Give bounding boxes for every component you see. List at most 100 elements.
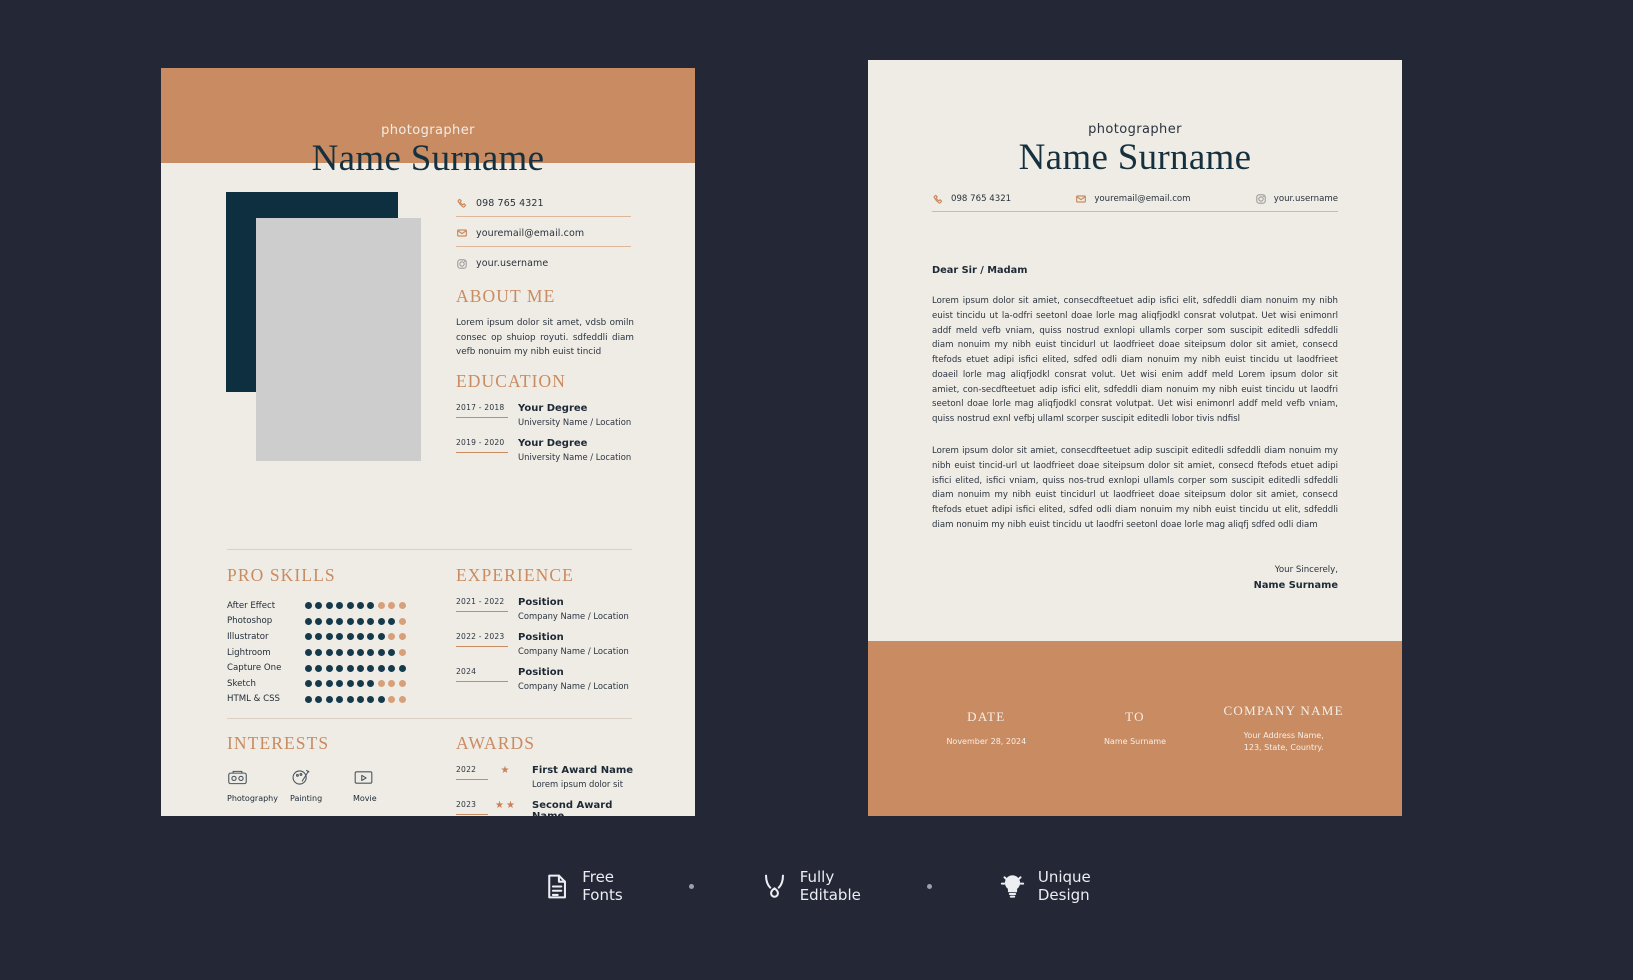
skill-dot (388, 695, 396, 703)
entry-subtitle: University Name / Location (518, 452, 632, 462)
skill-dot (388, 664, 396, 672)
skill-dot (305, 680, 312, 688)
skill-dot (336, 633, 344, 641)
letter-paragraph: Lorem ipsum dolor sit amiet, consecdftee… (932, 446, 1338, 530)
entry-body: Position Company Name / Location (508, 632, 629, 656)
skill-dot (305, 602, 312, 610)
skill-dot (346, 680, 354, 688)
skill-dot (325, 633, 333, 641)
skill-name: Sketch (227, 678, 256, 689)
skill-row: After Effect (227, 598, 417, 614)
signoff-closing: Your Sincerely, (1274, 565, 1338, 575)
skill-dot (356, 664, 364, 672)
letter-role: photographer (1088, 122, 1182, 137)
contact-item[interactable]: your.username (1255, 193, 1338, 205)
interests-section: INTERESTS PhotographyPaintingMovieBalloo… (227, 733, 417, 816)
contact-text: youremail@email.com (1094, 194, 1191, 204)
phone-icon (457, 198, 467, 208)
signoff-name: Name Surname (1253, 580, 1338, 591)
skill-dot (388, 680, 396, 688)
feature-badge-row: Free Fonts Fully Editable Unique Design (0, 868, 1633, 905)
skill-dot (325, 617, 333, 625)
letter-body: Dear Sir / Madam Lorem ipsum dolor sit a… (932, 265, 1338, 550)
award-year: 2023 (456, 800, 488, 815)
skill-row: Lightroom (227, 645, 417, 661)
skill-dot (315, 695, 323, 703)
skill-dot (398, 649, 406, 657)
footer-heading: TO (1125, 708, 1145, 724)
skill-dot (356, 680, 364, 688)
skill-dot (346, 649, 354, 657)
skill-dot (367, 664, 375, 672)
skill-dot (377, 649, 385, 657)
skill-dot (336, 680, 344, 688)
skill-dot (388, 617, 396, 625)
contact-item[interactable]: 098 765 4321 (932, 193, 1011, 205)
entry-year: 2019 - 2020 (456, 438, 508, 453)
experience-title: EXPERIENCE (456, 565, 574, 585)
footer-value: Name Surname (1103, 736, 1167, 746)
section-divider (227, 549, 632, 550)
interests-title: INTERESTS (227, 733, 330, 753)
skill-dot (367, 602, 375, 610)
skill-name: HTML & CSS (227, 694, 280, 705)
skill-dot (388, 649, 396, 657)
skill-row: HTML & CSS (227, 692, 417, 708)
award-desc: Lorem ipsum dolor sit (532, 779, 623, 789)
skill-dot (315, 617, 323, 625)
award-entry: 2022 ★ First Award Name Lorem ipsum dolor s… (456, 765, 636, 789)
interest-item: Photography (227, 767, 290, 803)
skill-dot (336, 664, 344, 672)
skill-rating (305, 680, 406, 688)
skill-dot (356, 695, 364, 703)
education-section: EDUCATION 2017 - 2018 Your Degree Universi… (456, 371, 636, 462)
entry-title: Position (518, 667, 564, 678)
skill-dot (336, 602, 344, 610)
timeline-entry: 2017 - 2018 Your Degree University Name / … (456, 403, 636, 427)
interest-label: Painting (290, 794, 323, 803)
skill-dot (346, 617, 354, 625)
entry-year: 2017 - 2018 (456, 403, 508, 418)
timeline-entry: 2019 - 2020 Your Degree University Name / … (456, 438, 636, 462)
skill-dot (315, 649, 323, 657)
contact-item[interactable]: youremail@email.com (456, 226, 631, 247)
skill-name: Capture One (227, 663, 282, 674)
entry-title: Position (518, 597, 564, 608)
award-stars: ★ (488, 765, 522, 776)
skill-dot (346, 602, 354, 610)
mail-icon (457, 229, 467, 237)
skill-name: Illustrator (227, 631, 269, 642)
education-title: EDUCATION (456, 371, 567, 391)
footer-heading: COMPANY NAME (1223, 702, 1344, 718)
resume-role: photographer (381, 123, 475, 138)
feature-separator-dot (688, 883, 694, 889)
skill-dot (356, 617, 364, 625)
interest-item: Painting (290, 767, 353, 803)
lightbulb-icon (1000, 875, 1025, 898)
interest-label: Photography (227, 794, 278, 803)
contact-item[interactable]: 098 765 4321 (456, 196, 631, 217)
skill-row: Capture One (227, 660, 417, 676)
skill-rating (305, 602, 406, 610)
skill-dot (325, 680, 333, 688)
feature-badge: Fully Editable (760, 868, 861, 905)
skill-dot (315, 633, 323, 641)
instagram-icon (457, 258, 467, 269)
contact-item[interactable]: youremail@email.com (1075, 193, 1191, 205)
entry-body: Your Degree University Name / Location (508, 438, 631, 462)
skill-dot (315, 602, 323, 610)
pen-curve-icon (764, 874, 784, 898)
skill-dot (325, 602, 333, 610)
resume-page: photographer Name Surname 098 765 4321 yo… (161, 68, 695, 816)
footer-column: TO Name Surname (1061, 709, 1210, 748)
contact-item[interactable]: your.username (456, 256, 631, 277)
skill-dot (398, 602, 406, 610)
entry-body: Position Company Name / Location (508, 597, 629, 621)
letter-footer-band: DATE November 28, 2024 TO Name Surname COMPA… (868, 641, 1402, 816)
interest-label: Movie (353, 794, 377, 803)
skill-dot (367, 680, 375, 688)
contact-text: 098 765 4321 (476, 197, 544, 209)
contact-text: your.username (476, 258, 549, 269)
skill-row: Illustrator (227, 629, 417, 645)
feature-label: Free Fonts (582, 868, 623, 905)
